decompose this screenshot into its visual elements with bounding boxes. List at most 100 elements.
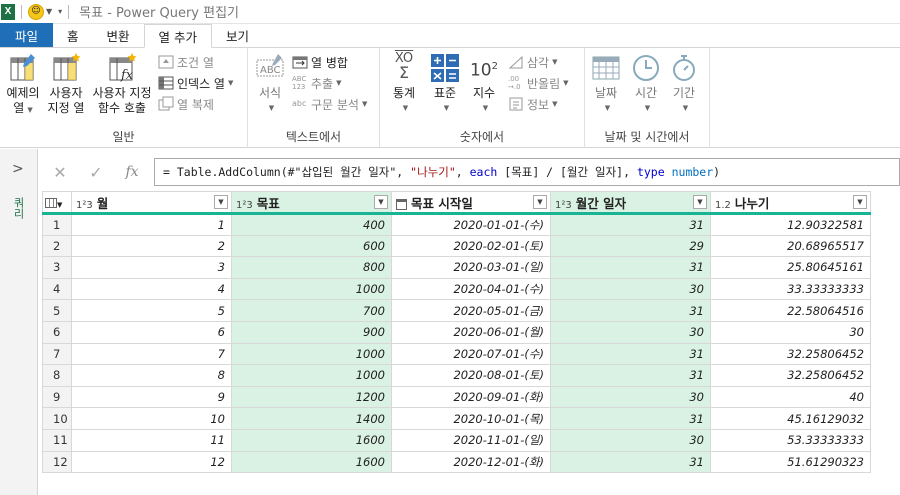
filter-dropdown-icon[interactable]: ▼ xyxy=(853,195,867,209)
cell-division[interactable]: 40 xyxy=(710,385,871,409)
cell-month[interactable]: 8 xyxy=(71,364,232,387)
customize-quick-access-icon[interactable]: ▾ xyxy=(58,7,62,16)
column-header-monthly-days[interactable]: 1²3 월간 일자 ▼ xyxy=(550,191,711,215)
cell-division[interactable]: 32.25806452 xyxy=(710,364,871,387)
cell-start-date[interactable]: 2020-01-01-(수) xyxy=(391,213,551,236)
cell-division[interactable]: 32.25806452 xyxy=(710,342,871,366)
column-header-month[interactable]: 1²3 월 ▼ xyxy=(71,191,232,215)
cell-division[interactable]: 30 xyxy=(710,320,871,344)
cell-target[interactable]: 1200 xyxy=(231,385,392,409)
parse-button[interactable]: abc 구문 분석 ▼ xyxy=(292,95,367,113)
cell-month[interactable]: 12 xyxy=(71,450,232,474)
column-header-division[interactable]: 1.2 나누기 ▼ xyxy=(710,191,871,215)
filter-dropdown-icon[interactable]: ▼ xyxy=(693,195,707,209)
cell-start-date[interactable]: 2020-07-01-(수) xyxy=(391,342,551,366)
table-row[interactable]: 3 3 800 2020-03-01-(일) 31 25.80645161 xyxy=(42,256,871,279)
invoke-custom-function-button[interactable]: fx 사용자 지정 함수 호출 xyxy=(89,52,155,116)
whole-number-type-icon[interactable]: 1²3 xyxy=(236,200,253,211)
conditional-column-button[interactable]: 조건 열 xyxy=(158,53,214,71)
merge-columns-button[interactable]: 열 병합 xyxy=(292,53,348,71)
cell-start-date[interactable]: 2020-04-01-(수) xyxy=(391,277,551,301)
cell-target[interactable]: 1000 xyxy=(231,277,392,301)
cell-monthly-days[interactable]: 30 xyxy=(550,428,711,452)
index-column-dropdown-icon[interactable]: ▼ xyxy=(228,79,233,87)
cell-start-date[interactable]: 2020-09-01-(화) xyxy=(391,385,551,409)
cell-month[interactable]: 10 xyxy=(71,407,232,430)
row-number[interactable]: 1 xyxy=(42,213,72,236)
row-number[interactable]: 5 xyxy=(42,299,72,322)
cell-monthly-days[interactable]: 31 xyxy=(550,213,711,236)
information-button[interactable]: 정보 ▼ xyxy=(508,95,557,113)
cell-target[interactable]: 1600 xyxy=(231,450,392,474)
excel-icon[interactable]: X xyxy=(1,3,15,20)
tab-transform[interactable]: 변환 xyxy=(93,24,144,47)
cell-target[interactable]: 900 xyxy=(231,320,392,344)
row-number[interactable]: 12 xyxy=(42,450,72,474)
cell-start-date[interactable]: 2020-11-01-(일) xyxy=(391,428,551,452)
filter-dropdown-icon[interactable]: ▼ xyxy=(214,195,228,209)
cell-monthly-days[interactable]: 31 xyxy=(550,299,711,322)
date-type-icon[interactable] xyxy=(396,198,407,210)
cell-monthly-days[interactable]: 30 xyxy=(550,320,711,344)
cell-start-date[interactable]: 2020-02-01-(토) xyxy=(391,234,551,258)
standard-button[interactable]: 표준 ▼ xyxy=(428,52,462,116)
cell-division[interactable]: 45.16129032 xyxy=(710,407,871,430)
cell-target[interactable]: 400 xyxy=(231,213,392,236)
row-number[interactable]: 10 xyxy=(42,407,72,430)
index-column-button[interactable]: 인덱스 열 ▼ xyxy=(158,74,233,92)
cell-start-date[interactable]: 2020-10-01-(목) xyxy=(391,407,551,430)
tab-add-column[interactable]: 열 추가 xyxy=(143,24,213,48)
table-menu-button[interactable]: ▼ xyxy=(42,191,72,215)
table-row[interactable]: 8 8 1000 2020-08-01-(토) 31 32.25806452 xyxy=(42,364,871,387)
cancel-formula-icon[interactable]: ✕ xyxy=(42,157,78,187)
row-number[interactable]: 7 xyxy=(42,342,72,366)
tab-file[interactable]: 파일 xyxy=(0,23,54,47)
cell-monthly-days[interactable]: 31 xyxy=(550,364,711,387)
cell-division[interactable]: 51.61290323 xyxy=(710,450,871,474)
cell-month[interactable]: 3 xyxy=(71,256,232,279)
cell-monthly-days[interactable]: 31 xyxy=(550,342,711,366)
row-number[interactable]: 3 xyxy=(42,256,72,279)
cell-month[interactable]: 2 xyxy=(71,234,232,258)
cell-division[interactable]: 53.33333333 xyxy=(710,428,871,452)
cell-monthly-days[interactable]: 31 xyxy=(550,256,711,279)
cell-month[interactable]: 6 xyxy=(71,320,232,344)
cell-start-date[interactable]: 2020-06-01-(월) xyxy=(391,320,551,344)
date-button[interactable]: 날짜 ▼ xyxy=(589,52,623,116)
cell-month[interactable]: 5 xyxy=(71,299,232,322)
row-number[interactable]: 11 xyxy=(42,428,72,452)
extract-button[interactable]: ABC 123 추출 ▼ xyxy=(292,74,341,92)
quick-access-dropdown-icon[interactable]: ▼ xyxy=(46,7,52,16)
formula-input[interactable]: = Table.AddColumn(#"삽입된 월간 일자", "나누기", e… xyxy=(154,158,900,186)
cell-division[interactable]: 12.90322581 xyxy=(710,213,871,236)
column-header-target[interactable]: 1²3 목표 ▼ xyxy=(231,191,392,215)
cell-target[interactable]: 1600 xyxy=(231,428,392,452)
tab-home[interactable]: 홈 xyxy=(53,24,93,47)
cell-month[interactable]: 1 xyxy=(71,213,232,236)
cell-target[interactable]: 700 xyxy=(231,299,392,322)
column-from-examples-button[interactable]: 예제의 열 ▼ xyxy=(3,52,43,118)
commit-formula-icon[interactable]: ✓ xyxy=(78,157,114,187)
decimal-type-icon[interactable]: 1.2 xyxy=(715,200,731,211)
filter-dropdown-icon[interactable]: ▼ xyxy=(374,195,388,209)
cell-start-date[interactable]: 2020-08-01-(토) xyxy=(391,364,551,387)
cell-target[interactable]: 800 xyxy=(231,256,392,279)
row-number[interactable]: 4 xyxy=(42,277,72,301)
custom-column-button[interactable]: 사용자 지정 열 xyxy=(45,52,87,116)
cell-monthly-days[interactable]: 30 xyxy=(550,277,711,301)
cell-month[interactable]: 4 xyxy=(71,277,232,301)
queries-pane-label[interactable]: 쿼리 xyxy=(10,197,26,219)
table-row[interactable]: 2 2 600 2020-02-01-(토) 29 20.68965517 xyxy=(42,234,871,258)
table-row[interactable]: 9 9 1200 2020-09-01-(화) 30 40 xyxy=(42,385,871,409)
whole-number-type-icon[interactable]: 1²3 xyxy=(76,200,93,211)
cell-division[interactable]: 22.58064516 xyxy=(710,299,871,322)
cell-monthly-days[interactable]: 30 xyxy=(550,385,711,409)
duration-button[interactable]: 기간 ▼ xyxy=(667,52,701,116)
table-row[interactable]: 4 4 1000 2020-04-01-(수) 30 33.33333333 xyxy=(42,277,871,301)
table-row[interactable]: 11 11 1600 2020-11-01-(일) 30 53.33333333 xyxy=(42,428,871,452)
rounding-button[interactable]: .00 →.0 반올림 ▼ xyxy=(508,74,569,92)
cell-month[interactable]: 11 xyxy=(71,428,232,452)
trigonometry-button[interactable]: 삼각 ▼ xyxy=(508,53,557,71)
cell-monthly-days[interactable]: 31 xyxy=(550,407,711,430)
whole-number-type-icon[interactable]: 1²3 xyxy=(555,200,572,211)
